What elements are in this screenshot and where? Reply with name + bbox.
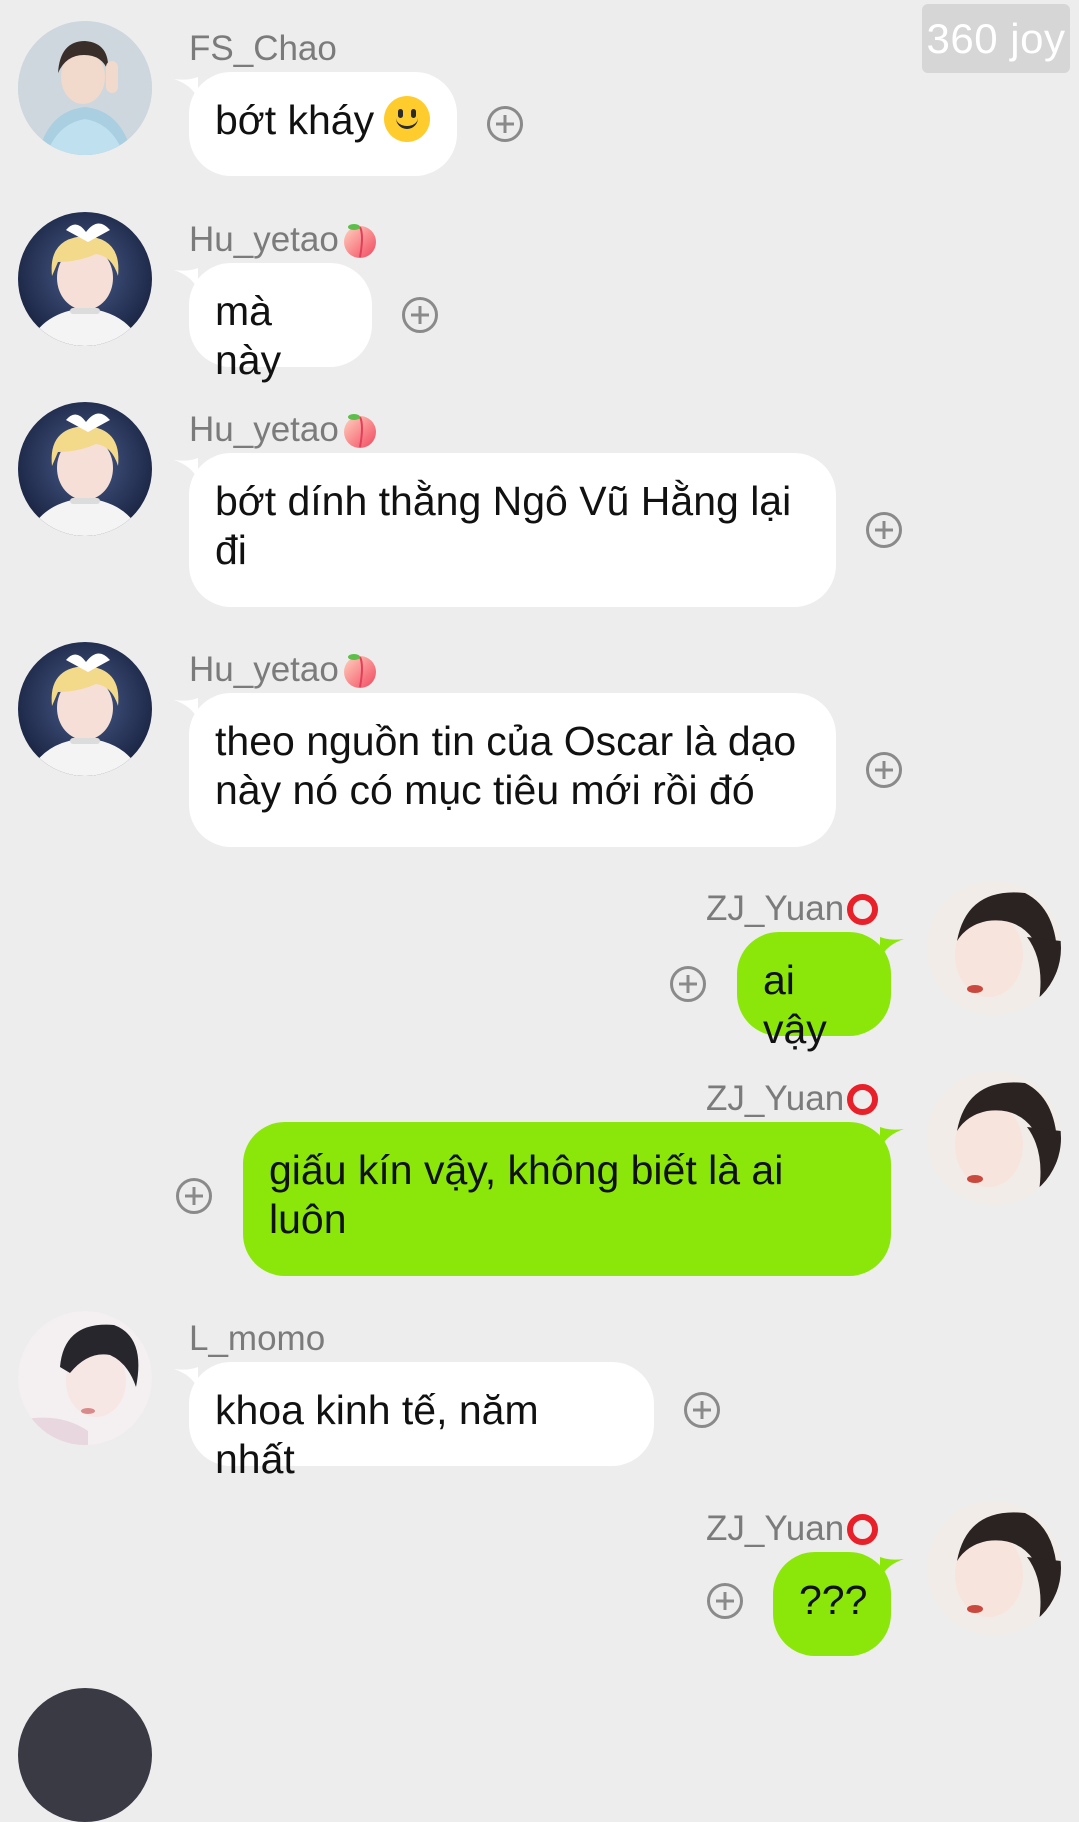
avatar-l-momo[interactable]	[18, 1311, 152, 1445]
avatar-zj-yuan[interactable]	[927, 1501, 1061, 1635]
red-circle-icon	[847, 1083, 879, 1115]
peach-icon	[343, 224, 376, 258]
message-bubble[interactable]: bớt kháy	[189, 72, 457, 176]
add-reaction-icon[interactable]	[670, 966, 706, 1002]
bubble-tail	[174, 1367, 198, 1389]
avatar-hu-yetao[interactable]	[18, 212, 152, 346]
avatar-hu-yetao[interactable]	[18, 402, 152, 536]
slightly-smiling-face-icon	[384, 96, 431, 142]
add-reaction-icon[interactable]	[866, 512, 902, 548]
red-circle-icon	[847, 893, 879, 925]
message-bubble[interactable]: ai vậy	[737, 932, 891, 1052]
avatar-zj-yuan[interactable]	[927, 1071, 1061, 1205]
sender-name: ZJ_Yuan	[706, 889, 879, 929]
bubble-tail	[174, 458, 198, 480]
add-reaction-icon[interactable]	[402, 297, 438, 333]
add-reaction-icon[interactable]	[866, 752, 902, 788]
watermark-badge: 360 joy	[922, 4, 1070, 73]
add-reaction-icon[interactable]	[684, 1392, 720, 1428]
red-circle-icon	[847, 1513, 879, 1545]
peach-icon	[343, 414, 376, 448]
add-reaction-icon[interactable]	[487, 106, 523, 142]
sender-name: Hu_yetao	[189, 410, 380, 450]
bubble-tail	[174, 268, 198, 290]
avatar-zj-yuan[interactable]	[927, 881, 1061, 1015]
peach-icon	[343, 654, 376, 688]
sender-name: Hu_yetao	[189, 220, 380, 260]
bubble-tail	[880, 937, 904, 959]
avatar-fs-chao[interactable]	[18, 21, 152, 155]
message-bubble[interactable]: giấu kín vậy, không biết là ai luôn	[243, 1122, 891, 1276]
sender-name: ZJ_Yuan	[706, 1079, 879, 1119]
sender-name: ZJ_Yuan	[706, 1509, 879, 1549]
avatar-hu-yetao[interactable]	[18, 642, 152, 776]
bubble-tail	[174, 698, 198, 720]
add-reaction-icon[interactable]	[176, 1178, 212, 1214]
bubble-tail	[880, 1557, 904, 1579]
bubble-tail	[880, 1127, 904, 1149]
message-bubble[interactable]: bớt dính thằng Ngô Vũ Hằng lại đi	[189, 453, 836, 607]
bubble-tail	[174, 77, 198, 99]
message-bubble[interactable]: ???	[773, 1552, 891, 1656]
add-reaction-icon[interactable]	[707, 1583, 743, 1619]
message-bubble[interactable]: khoa kinh tế, năm nhất	[189, 1362, 654, 1482]
message-bubble[interactable]: mà này	[189, 263, 372, 383]
avatar-partial[interactable]	[18, 1688, 152, 1822]
sender-name: L_momo	[189, 1319, 326, 1358]
sender-name: FS_Chao	[189, 29, 337, 68]
message-bubble[interactable]: theo nguồn tin của Oscar là dạo này nó c…	[189, 693, 836, 847]
sender-name: Hu_yetao	[189, 650, 380, 690]
